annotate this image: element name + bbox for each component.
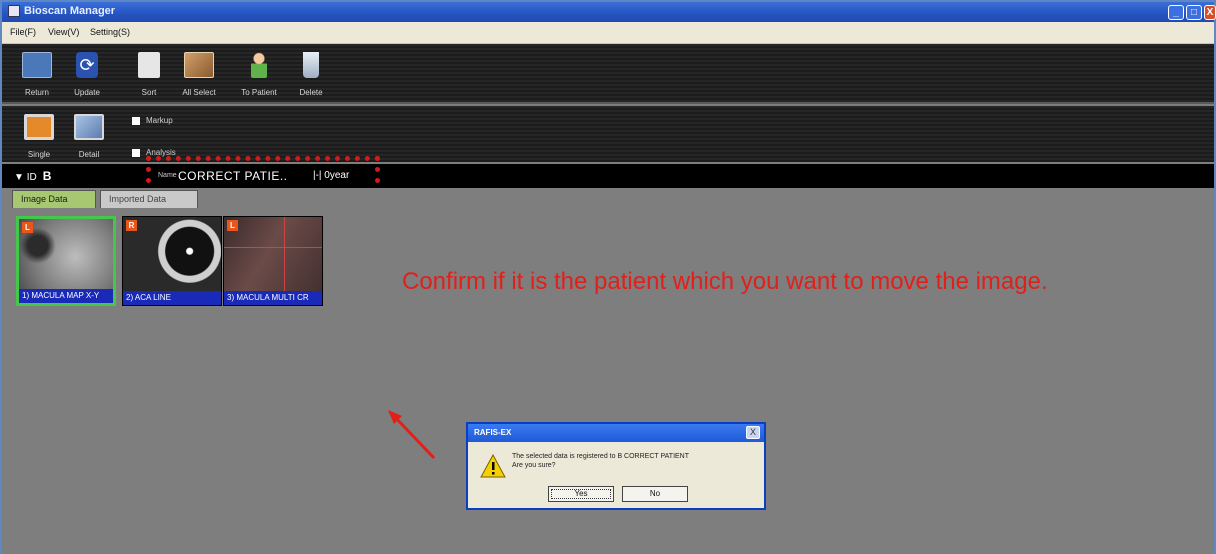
thumbnail-macula-multi[interactable]: L 3) MACULA MULTI CR — [223, 216, 323, 306]
dialog-close-button[interactable]: X — [746, 426, 760, 439]
confirm-dialog: RAFIS-EX X The selected data is register… — [466, 422, 766, 510]
delete-button[interactable]: Delete — [284, 44, 338, 100]
return-icon — [22, 52, 52, 78]
eye-badge: L — [227, 220, 238, 231]
thumbnail-image — [19, 219, 113, 295]
menu-bar: File(F) View(V) Setting(S) — [2, 22, 1214, 44]
close-button[interactable]: X — [1204, 5, 1216, 20]
menu-file[interactable]: File(F) — [10, 27, 36, 37]
detail-view-button[interactable]: Detail — [62, 106, 116, 162]
thumbnail-caption: 1) MACULA MAP X-Y — [19, 289, 113, 303]
all-select-label: All Select — [182, 88, 216, 97]
return-button[interactable]: Return — [10, 44, 64, 100]
update-icon: ⟳ — [76, 52, 98, 78]
delete-icon — [303, 52, 319, 78]
dialog-title-bar: RAFIS-EX X — [468, 424, 764, 442]
tab-image-data[interactable]: Image Data — [12, 190, 96, 208]
crosshair-horizontal — [224, 247, 322, 248]
delete-label: Delete — [299, 88, 323, 97]
tab-imported-data[interactable]: Imported Data — [100, 190, 198, 208]
crosshair-vertical — [284, 217, 285, 293]
eye-badge: L — [22, 222, 33, 233]
menu-view[interactable]: View(V) — [48, 27, 79, 37]
main-toolbar: Return ⟳ Update Sort All Select To Patie… — [2, 44, 1214, 104]
app-window: Bioscan Manager _ □ X File(F) View(V) Se… — [0, 0, 1216, 554]
patient-id-area: ▼ ID B — [14, 169, 51, 183]
detail-view-icon — [74, 114, 104, 140]
collapse-triangle-icon[interactable]: ▼ — [14, 172, 24, 183]
tab-imported-data-label: Imported Data — [109, 194, 167, 204]
warning-icon — [480, 454, 506, 478]
tab-strip: Image Data Imported Data — [2, 188, 1214, 208]
title-bar: Bioscan Manager _ □ X — [2, 2, 1216, 22]
single-view-label: Single — [27, 150, 51, 159]
sort-button[interactable]: Sort — [122, 44, 176, 100]
maximize-button[interactable]: □ — [1186, 5, 1202, 20]
no-button[interactable]: No — [622, 486, 688, 502]
thumbnail-caption: 2) ACA LINE — [123, 291, 221, 305]
all-select-button[interactable]: All Select — [172, 44, 226, 100]
view-toolbar: Single Detail Markup Analysis — [2, 106, 1214, 162]
to-patient-button[interactable]: To Patient — [232, 44, 286, 100]
tab-image-data-label: Image Data — [21, 194, 68, 204]
minimize-button[interactable]: _ — [1168, 5, 1184, 20]
annotation-arrow-icon — [388, 410, 436, 460]
window-title: Bioscan Manager — [24, 5, 116, 17]
patient-id-label: ID — [26, 172, 37, 183]
thumbnail-caption: 3) MACULA MULTI CR — [224, 291, 322, 305]
markup-checkbox-label: Markup — [146, 116, 173, 125]
dialog-message-line1: The selected data is registered to B COR… — [512, 453, 690, 460]
dialog-message: The selected data is registered to B COR… — [512, 452, 762, 470]
dialog-title: RAFIS-EX — [474, 428, 512, 437]
return-label: Return — [24, 88, 49, 97]
thumbnail-aca-line[interactable]: R 2) ACA LINE — [122, 216, 222, 306]
to-patient-label: To Patient — [241, 88, 277, 97]
single-view-icon — [24, 114, 54, 140]
single-view-button[interactable]: Single — [12, 106, 66, 162]
update-button[interactable]: ⟳ Update — [60, 44, 114, 100]
update-label: Update — [74, 88, 100, 97]
thumbnail-image — [123, 217, 221, 293]
detail-view-label: Detail — [78, 150, 100, 159]
thumbnail-image — [224, 217, 322, 293]
analysis-checkbox-box[interactable] — [132, 148, 140, 157]
app-icon — [8, 5, 20, 17]
markup-checkbox[interactable]: Markup — [132, 116, 173, 125]
eye-badge: R — [126, 220, 137, 231]
thumbnail-macula-map[interactable]: L 1) MACULA MAP X-Y — [16, 216, 116, 306]
sort-icon — [138, 52, 160, 78]
to-patient-icon — [251, 52, 267, 78]
markup-checkbox-box[interactable] — [132, 116, 140, 125]
all-select-icon — [184, 52, 214, 78]
menu-setting[interactable]: Setting(S) — [90, 27, 130, 37]
patient-id-value: B — [42, 169, 52, 183]
yes-button[interactable]: Yes — [548, 486, 614, 502]
dialog-message-line2: Are you sure? — [512, 462, 556, 469]
sort-label: Sort — [141, 88, 157, 97]
annotation-text: Confirm if it is the patient which you w… — [402, 268, 1048, 295]
